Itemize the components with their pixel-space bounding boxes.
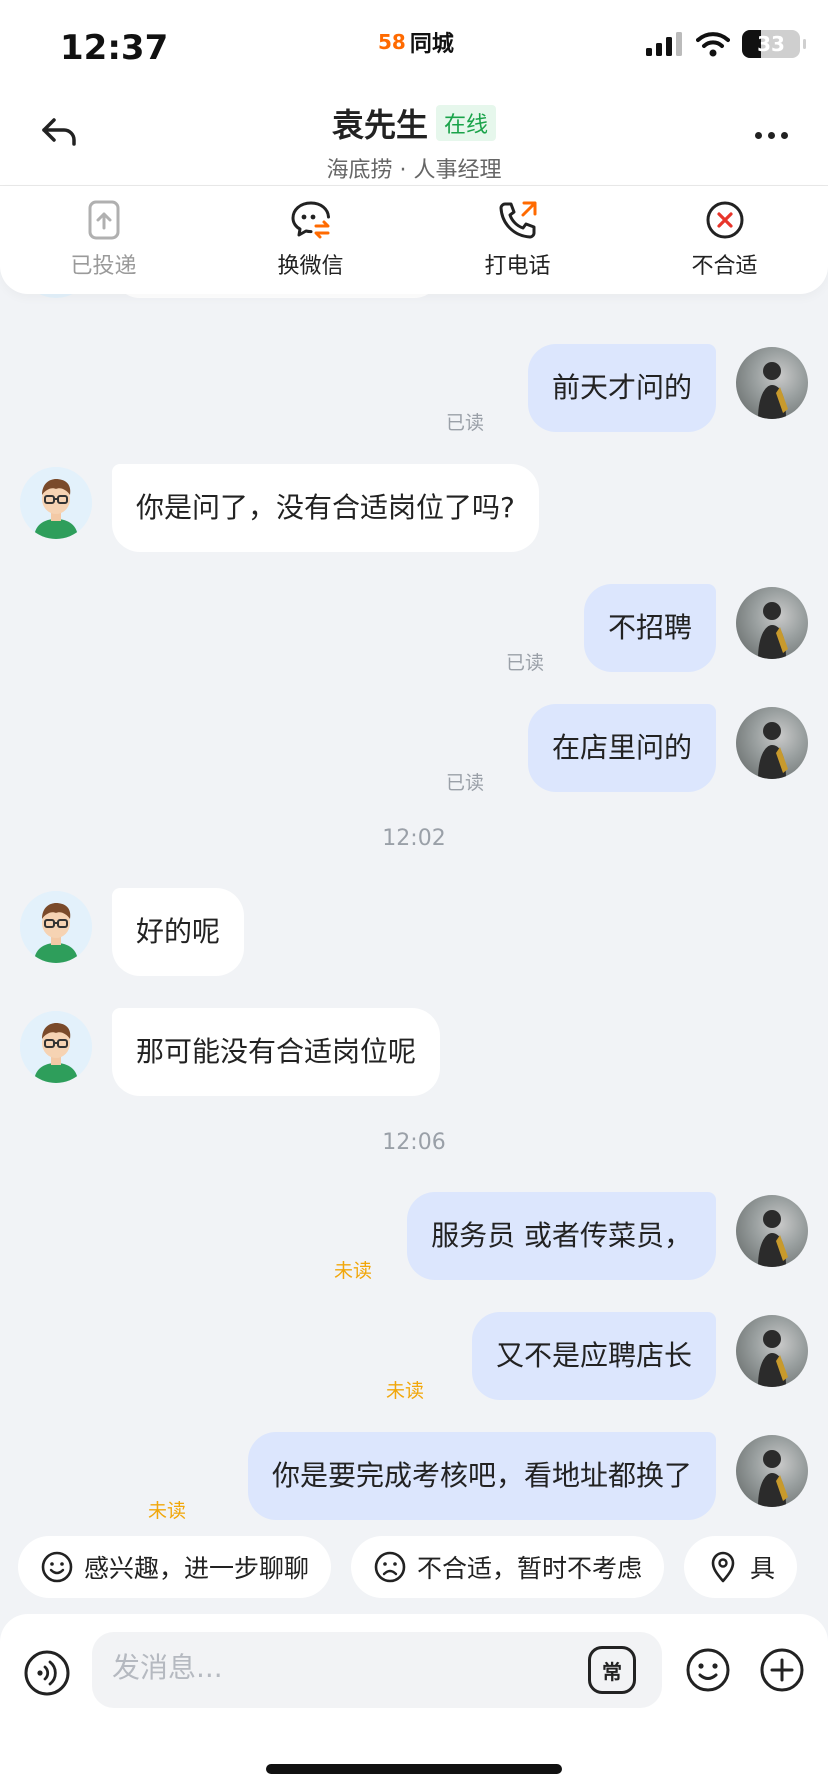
status-icons: 33 [646, 30, 806, 58]
quick-reply-interested[interactable]: 感兴趣，进一步聊聊 [18, 1536, 332, 1598]
more-dot-icon [781, 132, 788, 139]
avatar-user[interactable] [736, 1315, 808, 1387]
phone-call-button[interactable]: 打电话 [443, 186, 593, 294]
quick-reply-location[interactable]: 具 [684, 1536, 798, 1598]
emoji-icon [686, 1648, 730, 1692]
contact-subtitle: 海底捞 · 人事经理 [326, 158, 502, 183]
more-actions-button[interactable] [758, 1646, 806, 1698]
avatar-recruiter[interactable] [20, 467, 92, 539]
voice-input-button[interactable] [22, 1648, 72, 1702]
message-bubble-received[interactable]: 好的呢 [112, 888, 245, 976]
battery-level: 33 [757, 32, 785, 56]
brand-name: 同城 [409, 32, 454, 57]
avatar-user[interactable] [736, 707, 808, 779]
common-phrases-button[interactable]: 常 [588, 1646, 636, 1694]
user-avatar-image [758, 362, 788, 419]
user-avatar-image [758, 1330, 788, 1387]
phone-call-label: 打电话 [484, 254, 551, 279]
message-bubble-received[interactable]: 那可能没有合适岗位呢 [112, 1008, 441, 1096]
read-status: 已读 [446, 772, 485, 794]
home-indicator[interactable] [266, 1764, 562, 1774]
wechat-exchange-icon [291, 201, 330, 239]
user-avatar-image [758, 602, 788, 659]
user-avatar-image [758, 722, 788, 779]
message-bubble-sent[interactable]: 在店里问的 [527, 704, 716, 792]
app-brand: 58 同城 [378, 26, 454, 58]
online-badge: 在线 [436, 105, 497, 141]
message-bubble-received[interactable]: 你是问了，没有合适岗位了吗? [112, 464, 539, 552]
battery-icon: 33 [742, 30, 806, 58]
chat-header: 袁先生 在线 海底捞 · 人事经理 [0, 90, 828, 186]
resume-sent-icon [88, 200, 119, 240]
unread-status: 未读 [148, 1500, 187, 1522]
message-bubble-sent[interactable]: 服务员 或者传菜员， [407, 1192, 716, 1280]
user-avatar-image [758, 1210, 788, 1267]
sad-icon [374, 1551, 406, 1583]
contact-name: 袁先生 [331, 106, 428, 144]
quick-reply-label: 感兴趣，进一步聊聊 [84, 1554, 310, 1583]
voice-icon [24, 1650, 70, 1696]
recruiter-avatar-image [20, 467, 92, 539]
quick-reply-label: 不合适，暂时不考虑 [417, 1554, 643, 1583]
more-options-button[interactable] [755, 132, 788, 139]
more-dot-icon [755, 132, 762, 139]
message-input-field[interactable]: 常 [92, 1632, 662, 1708]
unread-status: 未读 [334, 1260, 373, 1282]
message-bubble-sent[interactable]: 又不是应聘店长 [471, 1312, 716, 1400]
exchange-wechat-button[interactable]: 换微信 [236, 186, 386, 294]
location-icon [711, 1551, 735, 1583]
reject-icon [706, 201, 743, 239]
recruiter-avatar-image [20, 891, 92, 963]
more-dot-icon [768, 132, 775, 139]
message-bubble-sent[interactable]: 你是要完成考核吧，看地址都换了 [247, 1432, 716, 1520]
exchange-wechat-label: 换微信 [277, 254, 344, 279]
header-title-block: 袁先生 在线 海底捞 · 人事经理 [0, 100, 828, 184]
avatar-user[interactable] [736, 587, 808, 659]
user-avatar-image [758, 1450, 788, 1507]
status-bar: 12:37 58 同城 33 [0, 0, 828, 90]
avatar-user[interactable] [736, 1435, 808, 1507]
avatar-user[interactable] [736, 1195, 808, 1267]
message-timestamp: 12:06 [382, 1130, 446, 1155]
read-status: 已读 [446, 412, 485, 434]
smile-icon [41, 1551, 73, 1583]
message-timestamp: 12:02 [382, 826, 446, 851]
message-bubble-sent[interactable]: 不招聘 [583, 584, 716, 672]
emoji-button[interactable] [684, 1646, 732, 1698]
avatar-user[interactable] [736, 347, 808, 419]
input-bar: 常 [0, 1614, 828, 1792]
message-input[interactable] [110, 1650, 554, 1685]
read-status: 已读 [506, 652, 545, 674]
action-bar: 已投递 换微信 打电话 不合适 [0, 186, 828, 294]
wifi-icon [696, 32, 730, 57]
avatar-recruiter[interactable] [20, 1011, 92, 1083]
unread-status: 未读 [386, 1380, 425, 1402]
avatar-recruiter[interactable] [20, 891, 92, 963]
quick-replies: 感兴趣，进一步聊聊 不合适，暂时不考虑 具 [18, 1536, 798, 1598]
brand-logo: 58 [378, 30, 406, 54]
message-bubble-sent[interactable]: 前天才问的 [527, 344, 716, 432]
plus-icon [760, 1648, 804, 1692]
resume-sent-label: 已投递 [70, 254, 137, 279]
quick-reply-label: 具 [750, 1554, 776, 1583]
not-suitable-label: 不合适 [691, 254, 758, 279]
recruiter-avatar-image [20, 1011, 92, 1083]
phone-call-icon [499, 201, 536, 239]
not-suitable-button[interactable]: 不合适 [650, 186, 800, 294]
quick-reply-not-suitable[interactable]: 不合适，暂时不考虑 [351, 1536, 665, 1598]
status-time: 12:37 [60, 28, 169, 68]
resume-sent-button[interactable]: 已投递 [29, 186, 179, 294]
cellular-signal-icon [646, 32, 682, 56]
